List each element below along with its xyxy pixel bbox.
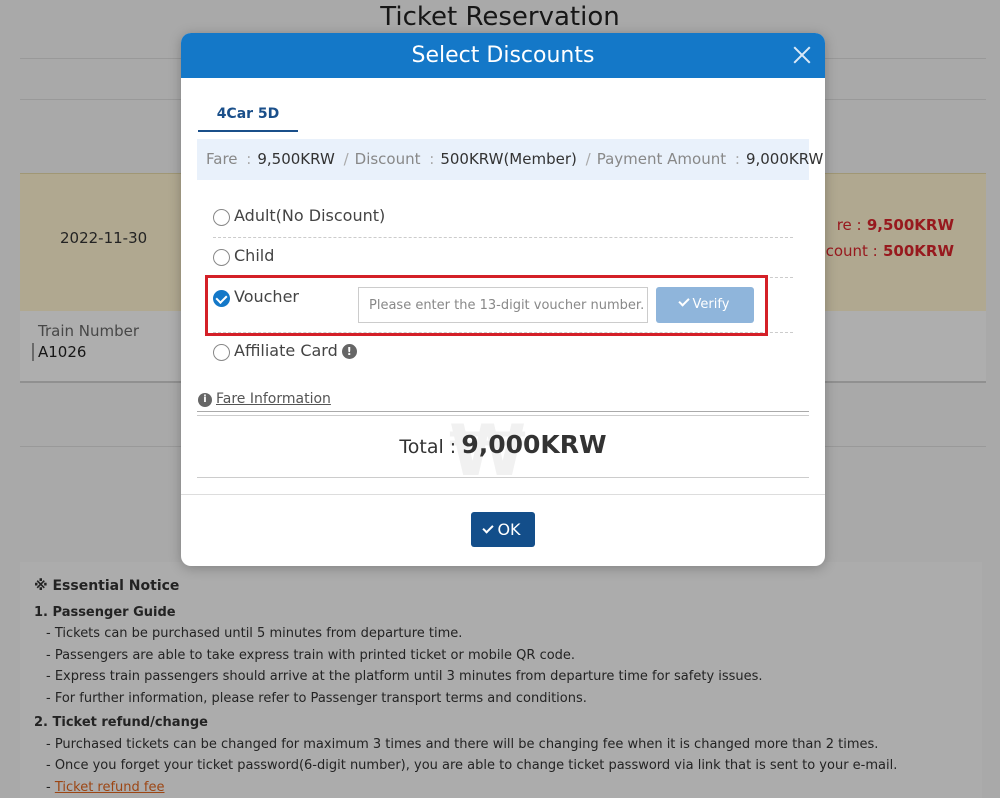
summary-discount-value: 500KRW(Member) [440,150,577,168]
separator: / [585,150,591,168]
radio-affiliate-card[interactable] [213,344,230,361]
summary-payment-value: 9,000KRW [745,150,824,168]
summary-discount-label: Discount [354,150,421,168]
separator: : [734,150,740,168]
summary-fare-value: 9,500KRW [257,150,335,168]
tab-4car-5d[interactable]: 4Car 5D [198,101,298,132]
option-adult[interactable]: Adult(No Discount) [213,198,793,238]
voucher-number-input[interactable] [358,287,648,323]
separator: / [343,150,349,168]
verify-button[interactable]: Verify [656,287,754,323]
radio-adult[interactable] [213,209,230,226]
option-label: Child [234,246,275,265]
close-icon[interactable] [789,42,815,68]
summary-payment-label: Payment Amount [596,150,727,168]
footer-divider [181,494,825,495]
option-label: Adult(No Discount) [234,206,386,225]
fare-information-link[interactable]: i Fare Information [198,391,331,407]
separator: : [429,150,435,168]
modal-header: Select Discounts [181,33,825,78]
info-icon[interactable]: ! [341,344,357,359]
summary-fare-label: Fare [206,150,238,168]
verify-label: Verify [692,297,730,312]
select-discounts-modal: Select Discounts 4Car 5D Fare :9,500KRW … [181,33,825,566]
modal-title: Select Discounts [411,43,595,68]
ok-button[interactable]: OK [471,512,535,547]
option-child[interactable]: Child [213,238,793,278]
option-label: Affiliate Card [234,341,338,360]
separator: : [246,150,252,168]
radio-child[interactable] [213,249,230,266]
ok-label: OK [497,520,521,539]
divider [197,477,809,478]
option-label-wrap: Affiliate Card! [234,341,357,360]
fare-information-label: Fare Information [216,391,331,407]
option-affiliate-card[interactable]: Affiliate Card! [213,333,793,373]
fare-summary-bar: Fare :9,500KRW / Discount :500KRW(Member)… [197,139,823,180]
total-amount: Total : 9,000KRW [181,430,825,459]
total-value: 9,000KRW [461,430,607,459]
check-icon [482,522,495,534]
check-icon [677,295,690,307]
total-label: Total : [399,436,457,458]
info-icon: i [198,393,212,407]
